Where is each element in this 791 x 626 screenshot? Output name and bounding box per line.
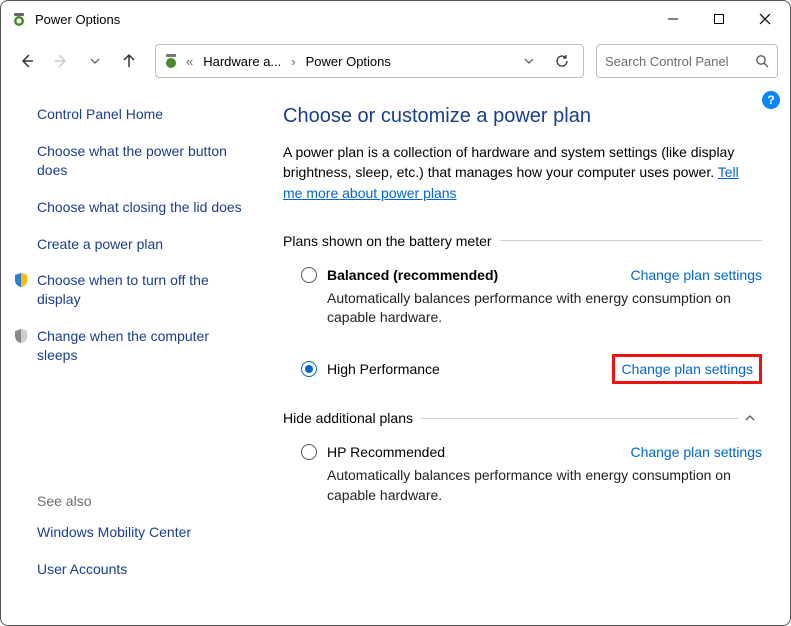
minimize-button[interactable] <box>650 3 696 35</box>
power-options-icon <box>11 11 27 27</box>
address-dropdown[interactable] <box>515 47 543 75</box>
main-panel: Choose or customize a power plan A power… <box>255 85 790 625</box>
control-panel-home-link[interactable]: Control Panel Home <box>37 105 245 124</box>
change-plan-link-hp[interactable]: Change plan settings <box>630 444 762 460</box>
titlebar: Power Options <box>1 1 790 37</box>
content: ? Control Panel Home Choose what the pow… <box>1 85 790 625</box>
refresh-button[interactable] <box>547 53 577 69</box>
search-placeholder: Search Control Panel <box>605 54 749 69</box>
radio-high-performance[interactable] <box>301 361 317 377</box>
page-description: A power plan is a collection of hardware… <box>283 142 762 203</box>
maximize-button[interactable] <box>696 3 742 35</box>
plan-balanced: Balanced (recommended) Change plan setti… <box>283 267 762 328</box>
collapse-icon[interactable] <box>738 411 762 425</box>
nav-toolbar: « Hardware a... › Power Options Search C… <box>1 37 790 85</box>
radio-balanced[interactable] <box>301 267 317 283</box>
change-plan-link-high[interactable]: Change plan settings <box>612 354 762 384</box>
see-also-header: See also <box>37 493 245 509</box>
back-button[interactable] <box>13 47 41 75</box>
sidebar: Control Panel Home Choose what the power… <box>1 85 255 625</box>
plan-desc: Automatically balances performance with … <box>327 466 762 505</box>
see-also-section: See also Windows Mobility Center User Ac… <box>37 493 245 615</box>
plan-name[interactable]: High Performance <box>327 361 440 377</box>
address-bar[interactable]: « Hardware a... › Power Options <box>155 44 584 78</box>
sidebar-turn-off-display[interactable]: Choose when to turn off the display <box>37 271 245 309</box>
shield-icon <box>13 328 29 344</box>
shield-icon <box>13 272 29 288</box>
sidebar-create-plan[interactable]: Create a power plan <box>37 235 245 254</box>
breadcrumb-current[interactable]: Power Options <box>302 52 395 71</box>
recent-dropdown[interactable] <box>81 47 109 75</box>
search-box[interactable]: Search Control Panel <box>596 44 778 78</box>
group-battery-meter: Plans shown on the battery meter <box>283 233 762 249</box>
plan-name[interactable]: HP Recommended <box>327 444 445 460</box>
sidebar-computer-sleeps[interactable]: Change when the computer sleeps <box>37 327 245 365</box>
up-button[interactable] <box>115 47 143 75</box>
help-button[interactable]: ? <box>762 91 780 109</box>
chevron-left-icon: « <box>184 54 195 69</box>
radio-hp-recommended[interactable] <box>301 444 317 460</box>
chevron-right-icon[interactable]: › <box>289 54 297 69</box>
sidebar-closing-lid[interactable]: Choose what closing the lid does <box>37 198 245 217</box>
plan-desc: Automatically balances performance with … <box>327 289 762 328</box>
window-title: Power Options <box>35 12 650 27</box>
window: Power Options « Hardware a... › Power Op… <box>0 0 791 626</box>
mobility-center-link[interactable]: Windows Mobility Center <box>37 523 245 542</box>
user-accounts-link[interactable]: User Accounts <box>37 560 245 579</box>
plan-high-performance: High Performance Change plan settings <box>283 354 762 384</box>
control-panel-icon <box>162 52 180 70</box>
change-plan-link-balanced[interactable]: Change plan settings <box>630 267 762 283</box>
plan-name[interactable]: Balanced (recommended) <box>327 267 498 283</box>
sidebar-power-button[interactable]: Choose what the power button does <box>37 142 245 180</box>
close-button[interactable] <box>742 3 788 35</box>
group-additional-plans[interactable]: Hide additional plans <box>283 410 762 426</box>
breadcrumb-parent[interactable]: Hardware a... <box>199 52 285 71</box>
plan-hp-recommended: HP Recommended Change plan settings Auto… <box>283 444 762 505</box>
search-icon <box>755 54 769 68</box>
forward-button[interactable] <box>47 47 75 75</box>
page-heading: Choose or customize a power plan <box>283 105 762 128</box>
